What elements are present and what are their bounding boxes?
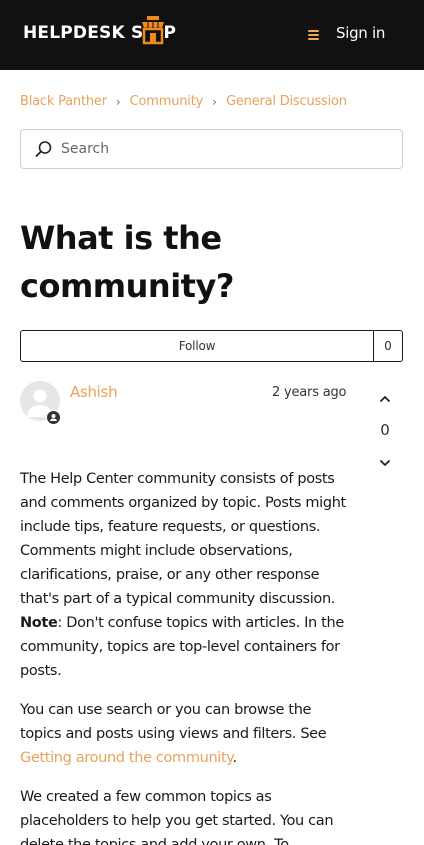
post-paragraph: We created a few common topics as placeh…: [20, 785, 352, 845]
author-name[interactable]: Ashish: [70, 383, 118, 401]
getting-around-link[interactable]: Getting around the community: [20, 750, 233, 766]
paragraph-text: You can use search or you can browse the…: [20, 702, 327, 742]
menu-icon[interactable]: [308, 24, 324, 46]
paragraph-text: We created a few common topics as placeh…: [20, 789, 334, 845]
post-body: The Help Center community consists of po…: [20, 467, 352, 845]
store-icon: [142, 16, 165, 45]
post-date: 2 years ago: [272, 385, 347, 400]
search-input[interactable]: [61, 136, 391, 162]
logo-text-left: HELPDESK S: [23, 23, 144, 43]
breadcrumb-item[interactable]: Black Panther: [20, 94, 107, 109]
paragraph-text: .: [232, 750, 237, 766]
vote-count: 0: [380, 421, 390, 439]
follower-count: 0: [373, 331, 402, 361]
post-paragraph: You can use search or you can browse the…: [20, 698, 352, 770]
site-header: HELPDESK S P Sign in: [0, 0, 424, 70]
paragraph-text: : Don't confuse topics with articles. In…: [20, 615, 344, 679]
breadcrumb-item[interactable]: General Discussion: [226, 94, 347, 109]
search-box: [20, 129, 403, 169]
page-title: What is the community?: [20, 219, 234, 305]
chevron-up-icon[interactable]: [377, 391, 393, 407]
chevron-right-icon: ›: [115, 94, 121, 109]
breadcrumb: Black Panther › Community › General Disc…: [20, 94, 347, 109]
chevron-down-icon[interactable]: [377, 455, 393, 471]
paragraph-text: The Help Center community consists of po…: [20, 471, 346, 607]
note-label: Note: [20, 615, 58, 631]
follow-button[interactable]: Follow: [21, 331, 373, 361]
sign-in-link[interactable]: Sign in: [336, 24, 385, 42]
follow-control: Follow 0: [20, 330, 403, 362]
chevron-right-icon: ›: [212, 94, 217, 109]
search-icon: [35, 141, 52, 157]
post-paragraph: The Help Center community consists of po…: [20, 467, 352, 683]
site-logo[interactable]: HELPDESK S P: [23, 16, 176, 50]
breadcrumb-item[interactable]: Community: [130, 94, 204, 109]
user-badge-icon: [46, 410, 61, 425]
